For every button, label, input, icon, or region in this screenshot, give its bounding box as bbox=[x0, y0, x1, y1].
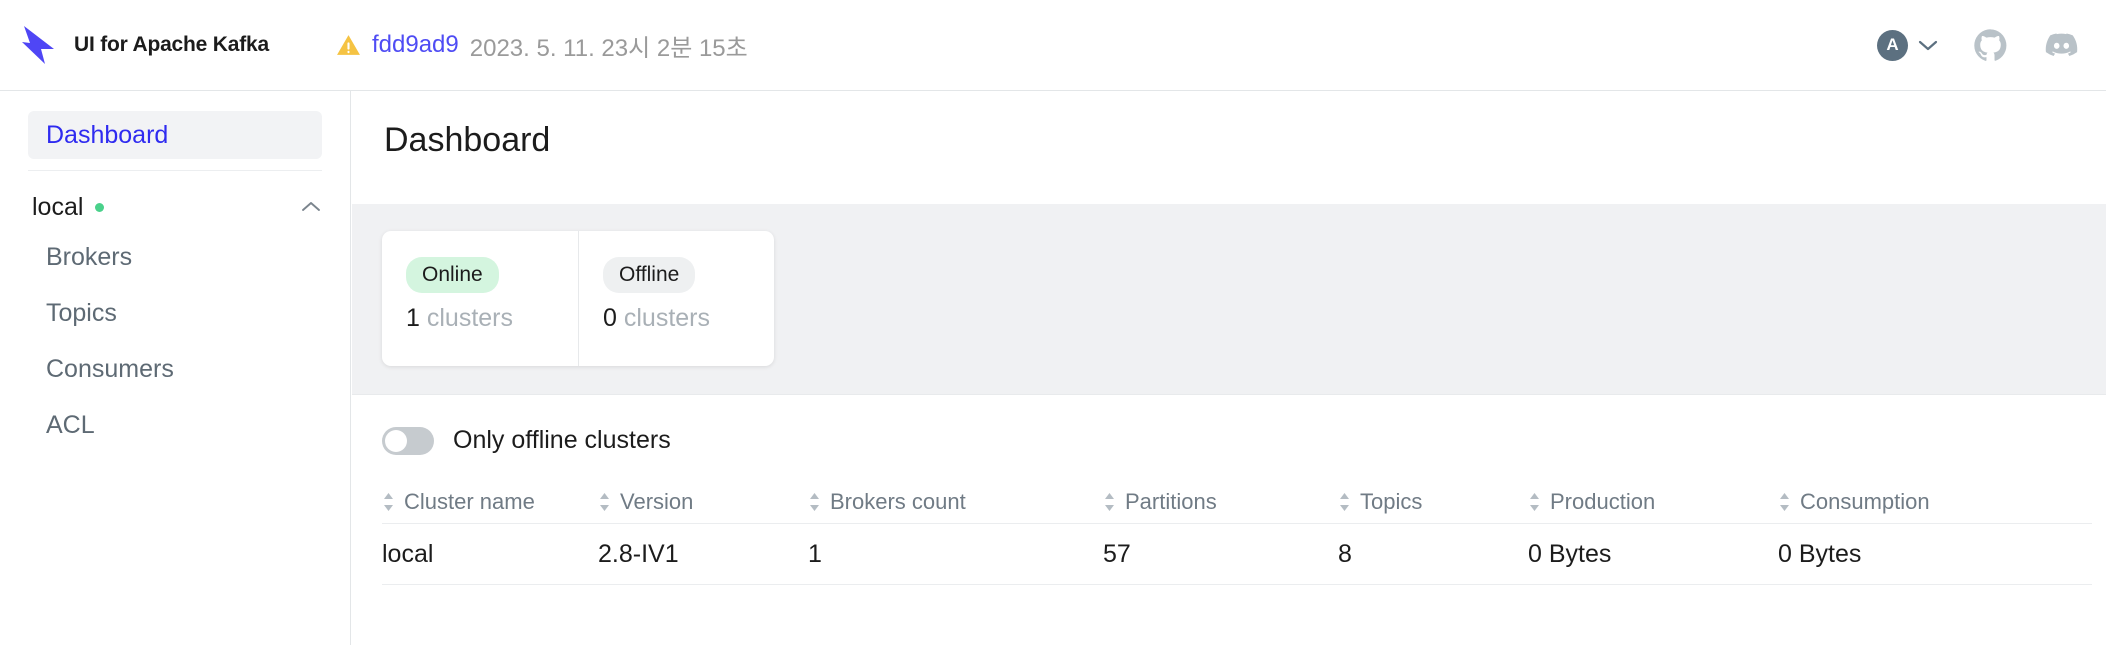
cell-brokers-count: 1 bbox=[808, 540, 1103, 569]
build-timestamp: 2023. 5. 11. 23시 2분 15초 bbox=[470, 28, 748, 63]
top-bar-actions: A bbox=[1877, 27, 2106, 64]
cluster-summary-cards: Online 1 clusters Offline 0 clusters bbox=[382, 231, 774, 366]
column-header-consumption[interactable]: Consumption bbox=[1778, 489, 2028, 515]
sidebar-item-topics[interactable]: Topics bbox=[0, 285, 350, 341]
only-offline-label: Only offline clusters bbox=[453, 426, 671, 455]
offline-clusters-value: 0 clusters bbox=[603, 304, 774, 333]
discord-icon[interactable] bbox=[2043, 27, 2080, 64]
cell-cluster-name[interactable]: local bbox=[382, 540, 598, 569]
status-dot-icon bbox=[95, 203, 104, 212]
sort-updown-icon bbox=[1528, 491, 1541, 513]
column-header-label: Partitions bbox=[1125, 489, 1217, 515]
cell-topics: 8 bbox=[1338, 540, 1528, 569]
summary-band: Online 1 clusters Offline 0 clusters bbox=[352, 204, 2106, 394]
table-row[interactable]: local 2.8-IV1 1 57 8 0 Bytes 0 Bytes bbox=[382, 523, 2092, 585]
sort-updown-icon bbox=[382, 491, 395, 513]
cell-partitions: 57 bbox=[1103, 540, 1338, 569]
sidebar-item-label: Dashboard bbox=[46, 121, 168, 150]
only-offline-toggle[interactable] bbox=[382, 427, 434, 455]
status-badge-online: Online bbox=[406, 257, 499, 293]
column-header-label: Consumption bbox=[1800, 489, 1930, 515]
sort-updown-icon bbox=[1778, 491, 1791, 513]
avatar: A bbox=[1877, 30, 1908, 61]
column-header-brokers-count[interactable]: Brokers count bbox=[808, 489, 1103, 515]
column-header-topics[interactable]: Topics bbox=[1338, 489, 1528, 515]
build-version[interactable]: fdd9ad9 bbox=[372, 31, 459, 59]
page-title: Dashboard bbox=[352, 91, 2106, 160]
column-header-label: Cluster name bbox=[404, 489, 535, 515]
column-header-cluster-name[interactable]: Cluster name bbox=[382, 489, 598, 515]
sidebar: Dashboard local Brokers Topics Consumers… bbox=[0, 91, 351, 645]
sidebar-item-label: Topics bbox=[46, 299, 117, 328]
sidebar-item-label: Consumers bbox=[46, 355, 174, 384]
sort-updown-icon bbox=[598, 491, 611, 513]
kafka-arrow-logo-icon bbox=[18, 22, 60, 68]
only-offline-filter[interactable]: Only offline clusters bbox=[382, 426, 671, 455]
offline-count: 0 bbox=[603, 304, 617, 332]
chevron-up-icon[interactable] bbox=[300, 200, 322, 214]
brand-name: UI for Apache Kafka bbox=[74, 33, 269, 57]
status-badge-offline: Offline bbox=[603, 257, 695, 293]
sort-updown-icon bbox=[808, 491, 821, 513]
column-header-label: Brokers count bbox=[830, 489, 966, 515]
online-clusters-card: Online 1 clusters bbox=[382, 231, 578, 366]
sidebar-divider bbox=[28, 170, 322, 171]
sidebar-cluster-label: local bbox=[28, 193, 83, 222]
column-header-version[interactable]: Version bbox=[598, 489, 808, 515]
offline-unit: clusters bbox=[624, 304, 710, 332]
online-count: 1 bbox=[406, 304, 420, 332]
github-icon[interactable] bbox=[1972, 27, 2009, 64]
cell-version: 2.8-IV1 bbox=[598, 540, 808, 569]
cell-production: 0 Bytes bbox=[1528, 540, 1778, 569]
top-bar: UI for Apache Kafka fdd9ad9 2023. 5. 11.… bbox=[0, 0, 2106, 91]
chevron-down-icon[interactable] bbox=[1918, 39, 1938, 52]
column-header-label: Version bbox=[620, 489, 693, 515]
main-content: Dashboard Online 1 clusters Offline 0 cl… bbox=[352, 91, 2106, 645]
section-divider bbox=[352, 394, 2106, 395]
column-header-label: Topics bbox=[1360, 489, 1422, 515]
sidebar-item-brokers[interactable]: Brokers bbox=[0, 229, 350, 285]
sidebar-item-dashboard[interactable]: Dashboard bbox=[28, 111, 322, 159]
brand[interactable]: UI for Apache Kafka bbox=[0, 22, 332, 68]
offline-clusters-card: Offline 0 clusters bbox=[578, 231, 774, 366]
column-header-partitions[interactable]: Partitions bbox=[1103, 489, 1338, 515]
table-header-row: Cluster name Version Brokers count Parti… bbox=[382, 481, 2092, 523]
sidebar-item-consumers[interactable]: Consumers bbox=[0, 341, 350, 397]
sidebar-item-acl[interactable]: ACL bbox=[0, 397, 350, 453]
sidebar-cluster-local[interactable]: local bbox=[28, 185, 322, 229]
build-info: fdd9ad9 2023. 5. 11. 23시 2분 15초 bbox=[336, 28, 748, 63]
column-header-label: Production bbox=[1550, 489, 1655, 515]
warning-triangle-icon bbox=[336, 33, 361, 58]
clusters-table: Cluster name Version Brokers count Parti… bbox=[382, 481, 2092, 585]
sort-updown-icon bbox=[1103, 491, 1116, 513]
user-menu[interactable]: A bbox=[1877, 30, 1938, 61]
online-clusters-value: 1 clusters bbox=[406, 304, 578, 333]
sidebar-item-label: Brokers bbox=[46, 243, 132, 272]
cell-consumption: 0 Bytes bbox=[1778, 540, 2028, 569]
online-unit: clusters bbox=[427, 304, 513, 332]
sidebar-item-label: ACL bbox=[46, 411, 95, 440]
column-header-production[interactable]: Production bbox=[1528, 489, 1778, 515]
sort-updown-icon bbox=[1338, 491, 1351, 513]
